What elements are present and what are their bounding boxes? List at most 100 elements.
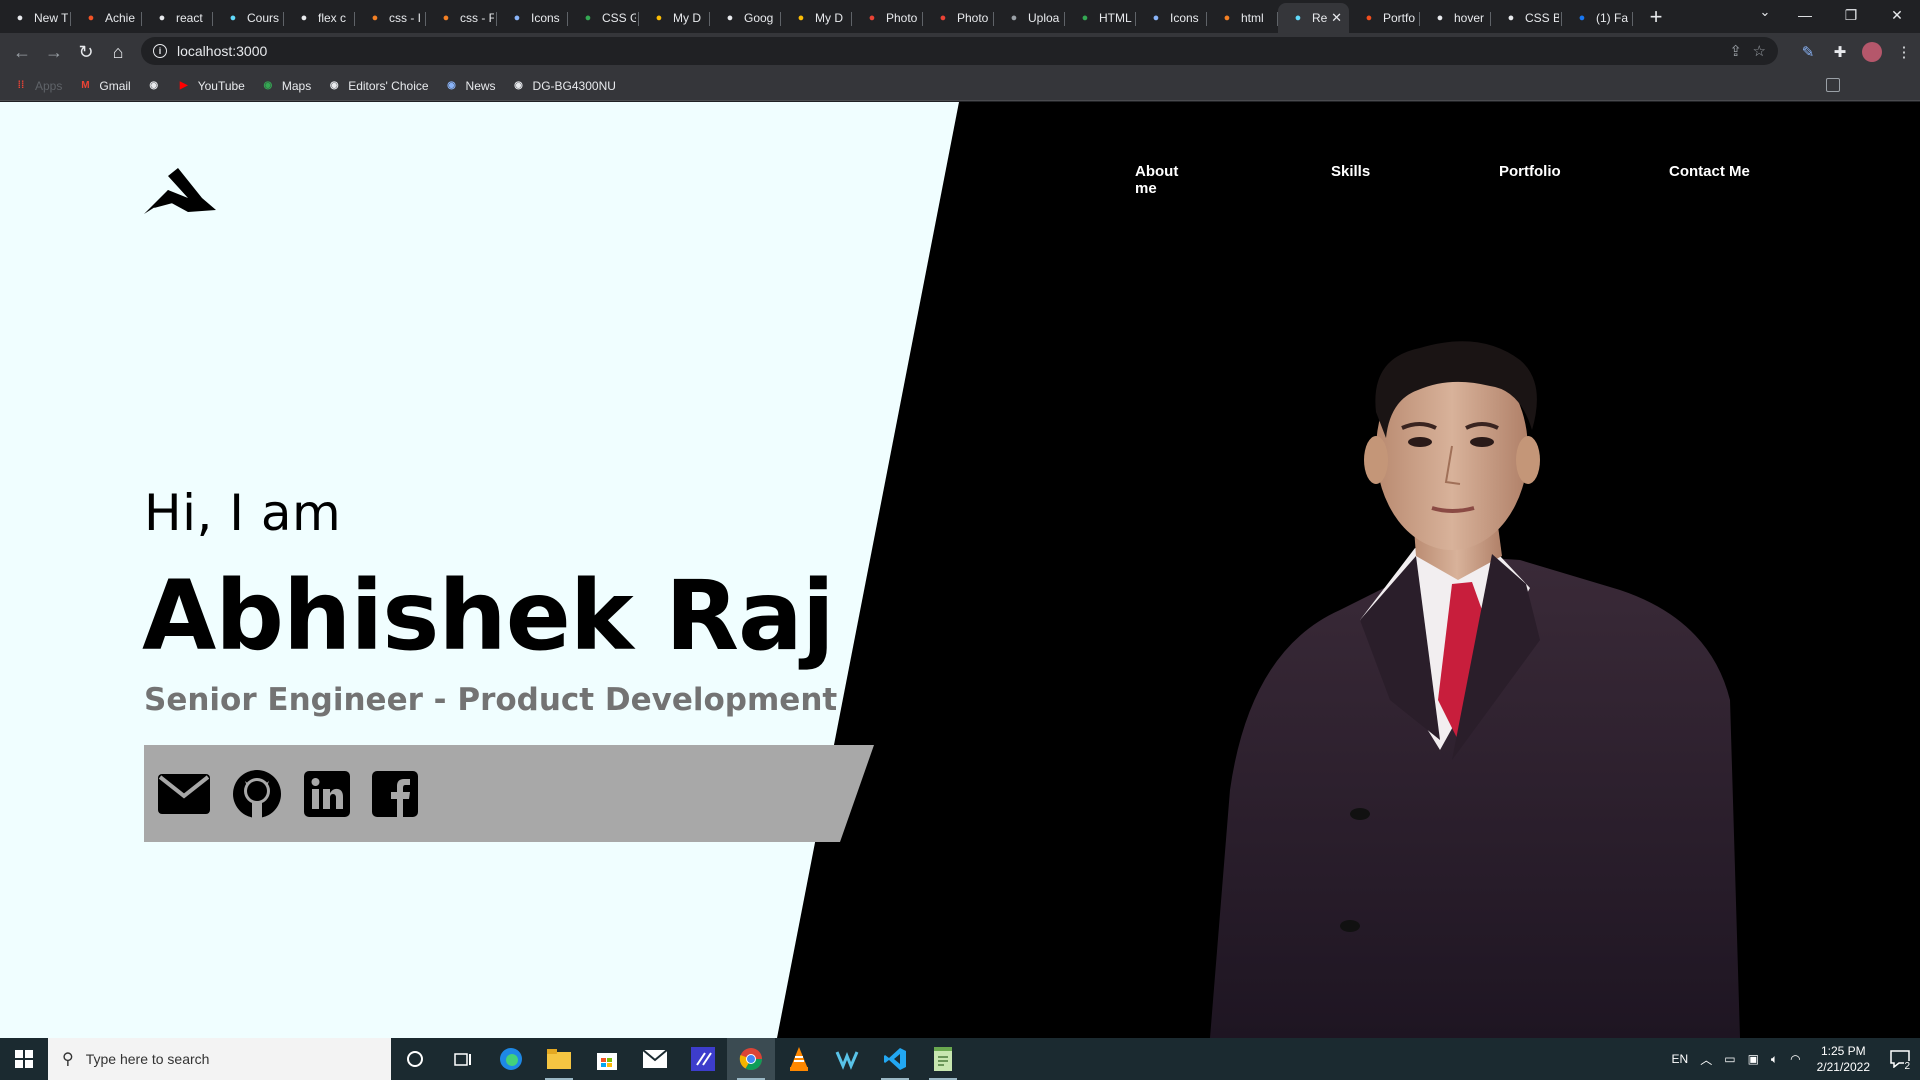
tab-title: Cours [247, 11, 280, 25]
vlc-icon[interactable] [775, 1038, 823, 1080]
notepad-icon[interactable] [919, 1038, 967, 1080]
browser-tab[interactable]: ● Achie [71, 3, 142, 33]
bookmark-item[interactable]: ◉ Maps [261, 79, 311, 93]
notification-center-icon[interactable]: 2 [1880, 1038, 1920, 1080]
restore-button[interactable]: ❐ [1828, 0, 1874, 30]
windows-start-icon[interactable] [0, 1038, 48, 1080]
github-icon[interactable] [232, 769, 282, 819]
browser-tab[interactable]: ● Goog [710, 3, 781, 33]
browser-tab[interactable]: ● CSS B [1491, 3, 1562, 33]
browser-tab[interactable]: ● (1) Fa [1562, 3, 1633, 33]
home-button[interactable]: ⌂ [102, 36, 134, 68]
browser-tab[interactable]: ● Icons [497, 3, 568, 33]
share-icon[interactable]: ⇪ [1729, 42, 1742, 60]
tab-search-icon[interactable]: ⌄ [1750, 4, 1780, 20]
system-tray: EN ︿ ▭ ▣ 🔈︎ ◠ 1:25 PM 2/21/2022 2 [1666, 1038, 1920, 1080]
bookmark-label: Gmail [99, 78, 131, 93]
tab-title: Achie [105, 11, 136, 25]
brand-logo-icon[interactable] [144, 168, 216, 216]
browser-tab[interactable]: ● html [1207, 3, 1278, 33]
nav-contact-me[interactable]: Contact Me [1669, 163, 1750, 180]
tab-title: Uploa [1028, 11, 1060, 25]
taskbar-clock[interactable]: 1:25 PM 2/21/2022 [1817, 1043, 1870, 1075]
browser-tab[interactable]: ● Portfo [1349, 3, 1420, 33]
menu-kebab-icon[interactable]: ⋮ [1888, 36, 1920, 68]
layers-icon: ● [1010, 12, 1018, 24]
browser-tab[interactable]: ● Cours [213, 3, 284, 33]
browser-tab[interactable]: ● HTML [1065, 3, 1136, 33]
close-tab-icon[interactable]: ✕ [1331, 10, 1342, 26]
vscode-icon[interactable] [871, 1038, 919, 1080]
edge-icon[interactable] [487, 1038, 535, 1080]
extensions-puzzle-icon[interactable]: ✚ [1824, 36, 1856, 68]
nav-about-me[interactable]: About me [1135, 163, 1178, 197]
linkedin-icon[interactable] [304, 770, 350, 817]
profile-avatar[interactable] [1862, 42, 1882, 62]
wifi-icon[interactable]: ◠ [1790, 1052, 1800, 1066]
site-info-icon[interactable]: i [153, 44, 167, 58]
browser-tab[interactable]: ● Icons [1136, 3, 1207, 33]
globe-icon: ◉ [329, 80, 339, 91]
browser-tab[interactable]: ● hover [1420, 3, 1491, 33]
mail-icon[interactable] [631, 1038, 679, 1080]
bookmark-item[interactable]: ▶ YouTube [177, 79, 245, 93]
envelope-icon[interactable] [158, 773, 210, 814]
nav-skills[interactable]: Skills [1331, 163, 1370, 180]
meet-now-icon[interactable]: ▣ [1748, 1052, 1759, 1066]
speaker-icon[interactable]: 🔈︎ [1771, 1052, 1778, 1067]
hero-role: Senior Engineer - Product Development [144, 682, 838, 718]
tab-list: ● New T ● Achie ● react ● Cours ● flex c ● css - I ●… [0, 0, 1633, 33]
bookmark-item[interactable]: ⁞⁞ Apps [14, 79, 63, 93]
browser-tab[interactable]: ● Photo [923, 3, 994, 33]
browser-tab[interactable]: ● css - I [355, 3, 426, 33]
nav-portfolio[interactable]: Portfolio [1499, 163, 1561, 180]
bookmark-star-icon[interactable]: ☆ [1753, 42, 1766, 60]
bookmark-item[interactable]: ◉ DG-BG4300NU [512, 79, 616, 93]
address-bar[interactable]: i localhost:3000 ⇪ ☆ [141, 37, 1778, 65]
stackoverflow-icon: ● [1223, 12, 1231, 24]
whiteboard-icon[interactable] [823, 1038, 871, 1080]
language-indicator[interactable]: EN [1672, 1052, 1689, 1066]
browser-toolbar: ← → ↻ ⌂ i localhost:3000 ⇪ ☆ ✎ ✚ ⋮ [0, 33, 1920, 71]
browser-tab[interactable]: ● My D [781, 3, 852, 33]
reading-list-icon[interactable] [1826, 78, 1840, 92]
windows-taskbar: ⚲ Type here to search EN ︿ ▭ ▣ 🔈︎ ◠ 1:25… [0, 1038, 1920, 1080]
extension-feather-icon[interactable]: ✎ [1792, 36, 1824, 68]
stackoverflow-icon: ● [371, 12, 379, 24]
forward-button[interactable]: → [38, 36, 70, 68]
browser-tab[interactable]: ● New T [0, 3, 71, 33]
bookmark-item[interactable]: ◉ News [445, 79, 495, 93]
browser-tab[interactable]: ● css - F [426, 3, 497, 33]
battery-icon[interactable]: ▭ [1724, 1052, 1735, 1066]
browser-tab[interactable]: ● flex c [284, 3, 355, 33]
tab-title: Portfo [1383, 11, 1416, 25]
tab-title: Icons [531, 11, 560, 25]
bookmark-item[interactable]: ◉ [147, 79, 161, 93]
store-icon[interactable] [583, 1038, 631, 1080]
browser-tab[interactable]: ● Photo [852, 3, 923, 33]
browser-tab[interactable]: ● react [142, 3, 213, 33]
facebook-icon[interactable] [372, 770, 418, 817]
chevron-up-icon[interactable]: ︿ [1700, 1051, 1712, 1068]
browser-tab[interactable]: ● CSS G [568, 3, 639, 33]
new-tab-button[interactable]: + [1641, 2, 1671, 32]
minimize-button[interactable]: — [1782, 0, 1828, 30]
bookmark-item[interactable]: M Gmail [78, 78, 131, 93]
tab-strip: ● New T ● Achie ● react ● Cours ● flex c ● css - I ●… [0, 0, 1920, 33]
task-view-icon[interactable] [439, 1038, 487, 1080]
bookmark-item[interactable]: ◉ Editors' Choice [327, 79, 429, 93]
close-window-button[interactable]: ✕ [1874, 0, 1920, 30]
reload-button[interactable]: ↻ [70, 36, 102, 68]
file-explorer-icon[interactable] [535, 1038, 583, 1080]
back-button[interactable]: ← [6, 36, 38, 68]
tab-title: flex c [318, 11, 347, 25]
browser-tab[interactable]: ● My D [639, 3, 710, 33]
chrome-icon[interactable] [727, 1038, 775, 1080]
openai-icon: ● [1507, 12, 1515, 24]
globe-icon: ◉ [514, 80, 523, 91]
powerautomate-icon[interactable] [679, 1038, 727, 1080]
taskbar-search-box[interactable]: ⚲ Type here to search [48, 1038, 391, 1080]
cortana-icon[interactable] [391, 1038, 439, 1080]
browser-tab[interactable]: ● Uploa [994, 3, 1065, 33]
browser-tab[interactable]: ● Re ✕ [1278, 3, 1349, 33]
